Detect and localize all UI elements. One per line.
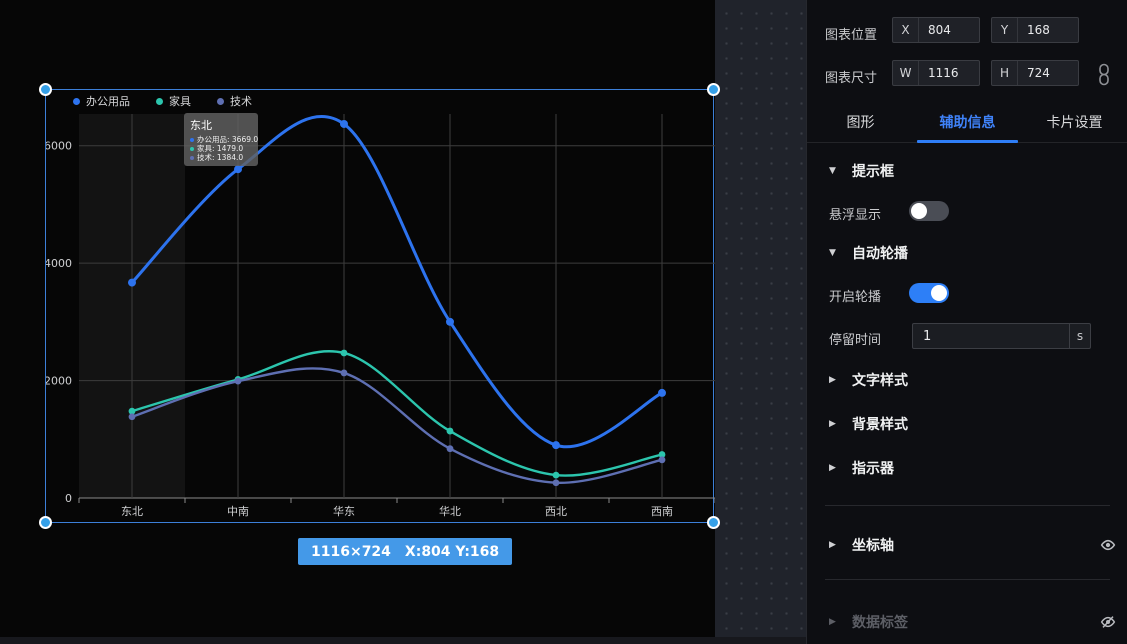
section-indicator-title: 指示器 bbox=[852, 458, 894, 478]
y-field-value[interactable]: 168 bbox=[1018, 23, 1050, 37]
svg-text:西北: 西北 bbox=[545, 505, 567, 518]
section-data-labels[interactable]: 数据标签 bbox=[829, 612, 908, 632]
resize-handle-bottom-right[interactable] bbox=[707, 516, 720, 529]
enable-carousel-label: 开启轮播 bbox=[829, 286, 881, 305]
caret-down-icon bbox=[829, 248, 839, 258]
x-position-field[interactable]: X 804 bbox=[892, 17, 980, 43]
svg-text:2000: 2000 bbox=[46, 375, 72, 388]
y-field-prefix: Y bbox=[992, 18, 1018, 42]
section-background-style-title: 背景样式 bbox=[852, 414, 908, 434]
svg-text:0: 0 bbox=[65, 492, 72, 505]
legend-dot-icon bbox=[217, 98, 224, 105]
tab-auxiliary-info[interactable]: 辅助信息 bbox=[914, 106, 1021, 142]
caret-right-icon bbox=[829, 617, 839, 627]
w-field-prefix: W bbox=[893, 61, 919, 85]
tooltip-row: 技术: 1384.0 bbox=[190, 153, 252, 162]
chart-legend: 办公用品 家具 技术 bbox=[73, 94, 252, 108]
h-field-prefix: H bbox=[992, 61, 1018, 85]
tooltip-title: 东北 bbox=[190, 117, 252, 133]
resize-handle-top-right[interactable] bbox=[707, 83, 720, 96]
hover-display-toggle[interactable] bbox=[909, 201, 949, 221]
svg-text:西南: 西南 bbox=[651, 505, 673, 518]
properties-panel: 图表位置 X 804 Y 168 图表尺寸 W 1116 H 724 图形 辅助… bbox=[806, 0, 1127, 644]
chart-size-label: 图表尺寸 bbox=[825, 67, 877, 86]
legend-dot-icon bbox=[73, 98, 80, 105]
caret-right-icon bbox=[829, 540, 839, 550]
size-position-badge: 1116×724 X:804 Y:168 bbox=[298, 538, 512, 565]
caret-down-icon bbox=[829, 166, 839, 176]
eye-visible-icon[interactable] bbox=[1100, 537, 1116, 553]
enable-carousel-toggle[interactable] bbox=[909, 283, 949, 303]
duration-value[interactable]: 1 bbox=[913, 329, 1069, 344]
section-text-style[interactable]: 文字样式 bbox=[829, 370, 908, 390]
section-data-labels-title: 数据标签 bbox=[852, 612, 908, 632]
svg-text:东北: 东北 bbox=[121, 505, 143, 518]
section-carousel-title: 自动轮播 bbox=[852, 243, 908, 263]
duration-unit: s bbox=[1069, 324, 1090, 348]
eye-hidden-icon[interactable] bbox=[1100, 614, 1116, 630]
x-field-prefix: X bbox=[893, 18, 919, 42]
legend-item[interactable]: 家具 bbox=[156, 93, 191, 109]
w-field-value[interactable]: 1116 bbox=[919, 66, 959, 80]
legend-dot-icon bbox=[156, 98, 163, 105]
legend-item[interactable]: 办公用品 bbox=[73, 93, 130, 109]
badge-size: 1116×724 bbox=[311, 544, 391, 560]
workspace-dotted-canvas[interactable] bbox=[715, 0, 806, 644]
section-axes[interactable]: 坐标轴 bbox=[829, 535, 894, 555]
caret-right-icon bbox=[829, 375, 839, 385]
legend-label: 家具 bbox=[169, 93, 191, 109]
height-field[interactable]: H 724 bbox=[991, 60, 1079, 86]
divider bbox=[825, 505, 1110, 506]
section-tooltip[interactable]: 提示框 bbox=[829, 161, 894, 181]
tooltip-rows: 办公用品: 3669.0家具: 1479.0技术: 1384.0 bbox=[190, 135, 252, 162]
aspect-ratio-link-icon[interactable] bbox=[1098, 63, 1110, 86]
chart-tooltip: 东北 办公用品: 3669.0家具: 1479.0技术: 1384.0 bbox=[184, 113, 258, 166]
svg-text:6000: 6000 bbox=[46, 140, 72, 153]
workspace-bottom-strip bbox=[0, 637, 806, 644]
chart-position-label: 图表位置 bbox=[825, 24, 877, 43]
legend-item[interactable]: 技术 bbox=[217, 93, 252, 109]
editor-stage: 0200040006000东北中南华东华北西北西南 办公用品家具技术 东北 办公… bbox=[0, 0, 1127, 644]
y-position-field[interactable]: Y 168 bbox=[991, 17, 1079, 43]
width-field[interactable]: W 1116 bbox=[892, 60, 980, 86]
divider bbox=[825, 579, 1110, 580]
panel-tabs: 图形 辅助信息 卡片设置 bbox=[807, 106, 1127, 143]
svg-text:华北: 华北 bbox=[439, 504, 461, 518]
section-indicator[interactable]: 指示器 bbox=[829, 458, 894, 478]
resize-handle-top-left[interactable] bbox=[39, 83, 52, 96]
h-field-value[interactable]: 724 bbox=[1018, 66, 1050, 80]
chart-widget[interactable]: 0200040006000东北中南华东华北西北西南 办公用品家具技术 东北 办公… bbox=[45, 89, 714, 523]
section-tooltip-title: 提示框 bbox=[852, 161, 894, 181]
hover-display-label: 悬浮显示 bbox=[829, 204, 881, 223]
svg-text:4000: 4000 bbox=[46, 257, 72, 270]
tab-card-settings[interactable]: 卡片设置 bbox=[1021, 106, 1127, 142]
x-field-value[interactable]: 804 bbox=[919, 23, 951, 37]
svg-text:中南: 中南 bbox=[227, 505, 249, 518]
caret-right-icon bbox=[829, 463, 839, 473]
duration-label: 停留时间 bbox=[829, 329, 881, 348]
resize-handle-bottom-left[interactable] bbox=[39, 516, 52, 529]
badge-position: X:804 Y:168 bbox=[405, 544, 499, 560]
active-tab-underline bbox=[917, 140, 1018, 143]
section-carousel[interactable]: 自动轮播 bbox=[829, 243, 908, 263]
legend-label: 办公用品 bbox=[86, 93, 130, 109]
caret-right-icon bbox=[829, 419, 839, 429]
duration-input[interactable]: 1 s bbox=[912, 323, 1091, 349]
section-background-style[interactable]: 背景样式 bbox=[829, 414, 908, 434]
svg-text:华东: 华东 bbox=[333, 504, 355, 518]
tab-graphic[interactable]: 图形 bbox=[807, 106, 914, 142]
line-chart-plot: 0200040006000东北中南华东华北西北西南 bbox=[46, 90, 715, 524]
section-axes-title: 坐标轴 bbox=[852, 535, 894, 555]
legend-label: 技术 bbox=[230, 93, 252, 109]
section-text-style-title: 文字样式 bbox=[852, 370, 908, 390]
